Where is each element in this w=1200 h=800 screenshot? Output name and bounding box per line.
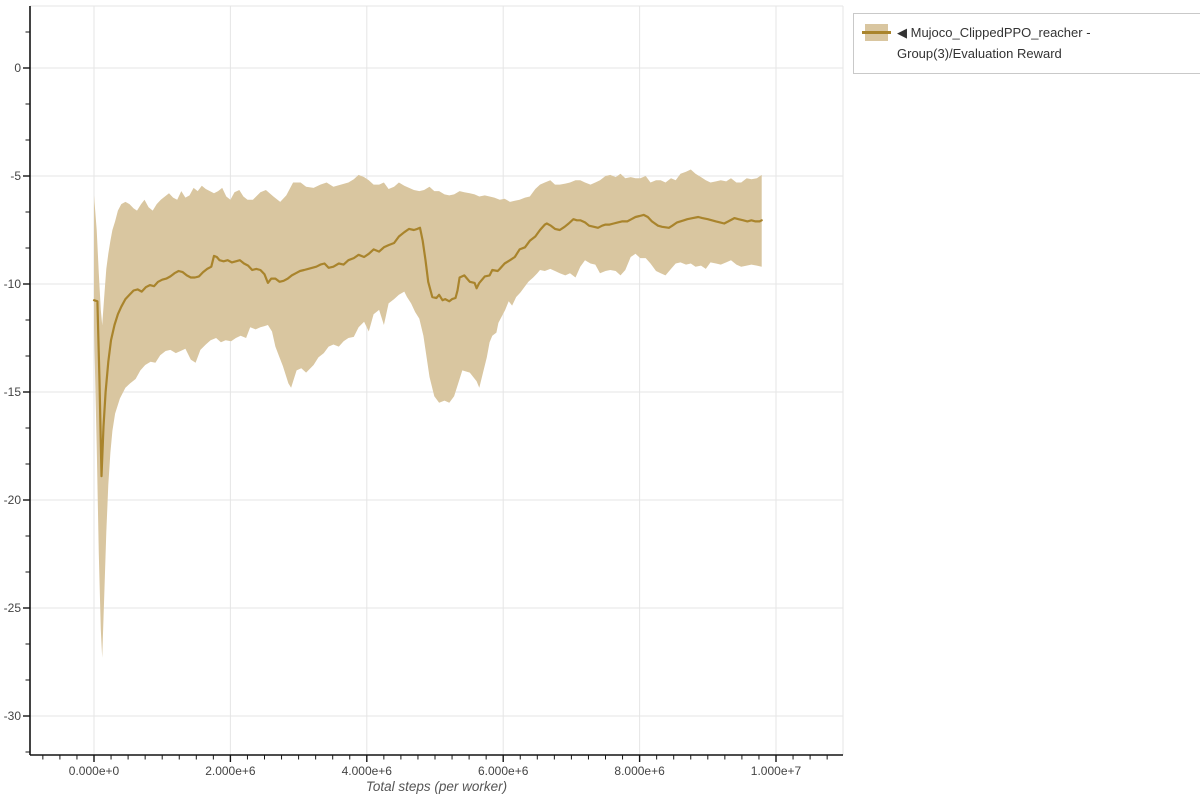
legend: ◀ Mujoco_ClippedPPO_reacher - Group(3)/E… [853,13,1200,74]
y-tick-label: -15 [4,385,22,399]
x-tick-label: 6.000e+6 [478,764,529,778]
y-tick-label: 0 [14,61,21,75]
series-swatch-icon [862,24,891,41]
dashboard-root: 0.000e+0 2.000e+6 4.000e+6 6.000e+6 8.000e+6… [0,0,1200,800]
confidence-band [94,169,762,658]
reward-chart-plot-area[interactable]: 0.000e+0 2.000e+6 4.000e+6 6.000e+6 8.000e+6… [0,0,1200,800]
x-tick-label: 0.000e+0 [69,764,120,778]
x-tick-label: 2.000e+6 [205,764,256,778]
x-tick-label: 8.000e+6 [614,764,665,778]
y-tick-label: -30 [4,709,22,723]
y-tick-label: -5 [10,169,21,183]
y-tick-label: -10 [4,277,22,291]
x-tick-label: 4.000e+6 [342,764,393,778]
x-axis-title: Total steps (per worker) [365,779,508,794]
legend-item-evaluation-reward[interactable]: ◀ Mujoco_ClippedPPO_reacher - Group(3)/E… [862,22,1196,64]
x-tick-label: 1.000e+7 [751,764,802,778]
legend-label: ◀ Mujoco_ClippedPPO_reacher - Group(3)/E… [897,25,1091,61]
y-tick-label: -25 [4,601,22,615]
y-tick-label: -20 [4,493,22,507]
line-swatch [862,31,891,34]
